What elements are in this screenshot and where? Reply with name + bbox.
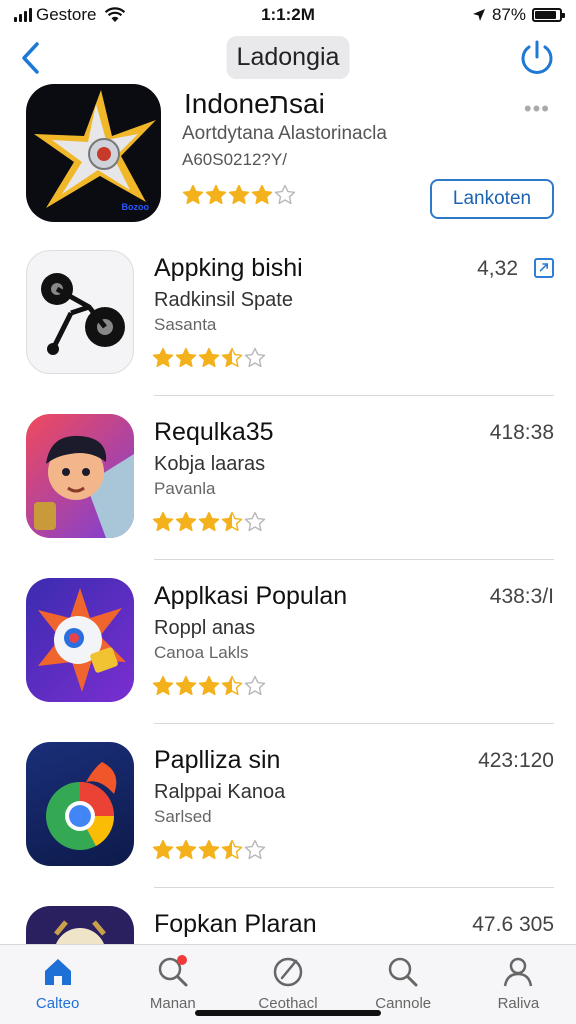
bicycle-icon bbox=[41, 273, 125, 355]
star-empty-icon bbox=[244, 839, 266, 860]
tab-label: Cannole bbox=[375, 995, 432, 1012]
carrier-label: Gestore bbox=[36, 5, 97, 24]
app-title: Fopkan Plaran bbox=[154, 910, 317, 938]
home-indicator[interactable] bbox=[195, 1010, 381, 1016]
person-icon bbox=[504, 957, 533, 987]
star-half-icon bbox=[221, 347, 243, 368]
app-size: 438:3/I bbox=[489, 585, 554, 608]
tab-today[interactable]: Calteo bbox=[0, 945, 115, 1024]
star-full-icon bbox=[205, 184, 227, 205]
app-rating bbox=[152, 347, 266, 369]
app-size: 4,32 bbox=[477, 257, 518, 280]
star-full-icon bbox=[198, 675, 220, 696]
app-rating bbox=[152, 839, 266, 861]
featured-app-icon[interactable]: Bozoo bbox=[26, 84, 161, 222]
app-icon[interactable] bbox=[26, 742, 134, 866]
app-subtitle: Kobja laaras bbox=[154, 453, 266, 475]
home-icon bbox=[44, 959, 71, 985]
star-empty-icon bbox=[244, 511, 266, 532]
list-item[interactable]: Paplliza sin Ralppai Kanoa Sarlsed 423:1… bbox=[0, 724, 576, 888]
app-rating bbox=[152, 511, 266, 533]
app-title: Paplliza sin bbox=[154, 746, 281, 774]
star-full-icon bbox=[198, 347, 220, 368]
star-full-icon bbox=[182, 184, 204, 205]
app-title: Requlka35 bbox=[154, 418, 274, 446]
star-full-icon bbox=[175, 511, 197, 532]
star-full-icon bbox=[228, 184, 250, 205]
app-meta: Pavanla bbox=[154, 479, 216, 498]
app-title: Applkasi Populan bbox=[154, 582, 348, 610]
app-meta: Sarlsed bbox=[154, 807, 212, 826]
app-meta: Sasanta bbox=[154, 315, 217, 334]
star-full-icon bbox=[175, 347, 197, 368]
featured-rating bbox=[182, 184, 296, 206]
app-icon[interactable] bbox=[26, 578, 134, 702]
star-full-icon bbox=[152, 511, 174, 532]
star-lock-icon bbox=[38, 588, 126, 692]
app-meta: Canoa Lakls bbox=[154, 643, 249, 662]
featured-app[interactable]: Bozoo Indoneתsai Aortdytana Alastorinacl… bbox=[0, 84, 576, 232]
power-icon[interactable] bbox=[518, 38, 556, 76]
star-full-icon bbox=[251, 184, 273, 205]
app-size: 423:120 bbox=[478, 749, 554, 772]
tab-bar: Calteo Manan Ceothacl Cannole Raliva bbox=[0, 944, 576, 1024]
app-title: Appking bishi bbox=[154, 254, 303, 282]
app-icon[interactable] bbox=[26, 414, 134, 538]
more-options-icon[interactable]: ••• bbox=[524, 96, 550, 122]
featured-title: Indoneתsai bbox=[184, 88, 325, 119]
app-icon[interactable] bbox=[26, 250, 134, 374]
list-item[interactable]: Requlka35 Kobja laaras Pavanla 418:38 bbox=[0, 396, 576, 560]
app-subtitle: Ralppai Kanoa bbox=[154, 781, 286, 803]
chevron-left-icon bbox=[22, 42, 39, 74]
tab-label: Calteo bbox=[35, 995, 80, 1012]
back-button[interactable] bbox=[16, 40, 44, 76]
download-icon[interactable] bbox=[534, 258, 554, 278]
star-half-icon bbox=[221, 675, 243, 696]
featured-subtitle: Aortdytana Alastorinacla bbox=[182, 123, 387, 144]
tab-label: Manan bbox=[149, 995, 196, 1012]
featured-meta: A60S0212?Y/ bbox=[182, 150, 287, 169]
status-bar: Gestore 1:1:2M 87% bbox=[0, 0, 576, 30]
star-full-icon bbox=[152, 839, 174, 860]
battery-level bbox=[535, 11, 556, 19]
get-button[interactable]: Lankoten bbox=[430, 179, 554, 219]
cartoon-boy-icon bbox=[34, 435, 134, 538]
battery-icon bbox=[532, 8, 565, 22]
list-item[interactable]: Applkasi Populan Roppl anas Canoa Lakls … bbox=[0, 560, 576, 724]
star-full-icon bbox=[152, 675, 174, 696]
signal-icon bbox=[14, 8, 32, 22]
battery-percent: 87% bbox=[491, 5, 526, 24]
star-half-icon bbox=[221, 511, 243, 532]
status-time: 1:1:2M bbox=[261, 5, 315, 24]
star-empty-icon bbox=[244, 347, 266, 368]
page-title: Ladongia bbox=[226, 36, 350, 79]
star-empty-icon bbox=[274, 184, 296, 205]
app-size: 418:38 bbox=[489, 421, 554, 444]
compass-icon bbox=[273, 957, 303, 987]
featured-icon-tag: Bozoo bbox=[121, 202, 150, 212]
nav-bar: Ladongia bbox=[0, 32, 576, 82]
tab-profile[interactable]: Raliva bbox=[461, 945, 576, 1024]
search-icon bbox=[388, 957, 418, 987]
chrome-icon bbox=[46, 762, 117, 850]
app-subtitle: Radkinsil Spate bbox=[154, 289, 293, 311]
star-half-icon bbox=[221, 839, 243, 860]
star-full-icon bbox=[175, 839, 197, 860]
wifi-icon bbox=[105, 7, 126, 22]
star-empty-icon bbox=[244, 675, 266, 696]
list-item[interactable]: Appking bishi Radkinsil Spate Sasanta 4,… bbox=[0, 232, 576, 396]
star-full-icon bbox=[152, 347, 174, 368]
star-full-icon bbox=[198, 839, 220, 860]
tab-label: Raliva bbox=[497, 995, 540, 1012]
star-full-icon bbox=[175, 675, 197, 696]
location-icon bbox=[472, 9, 485, 21]
app-size: 47.6 305 bbox=[472, 913, 554, 936]
app-subtitle: Roppl anas bbox=[154, 617, 256, 639]
app-rating bbox=[152, 675, 266, 697]
star-full-icon bbox=[198, 511, 220, 532]
